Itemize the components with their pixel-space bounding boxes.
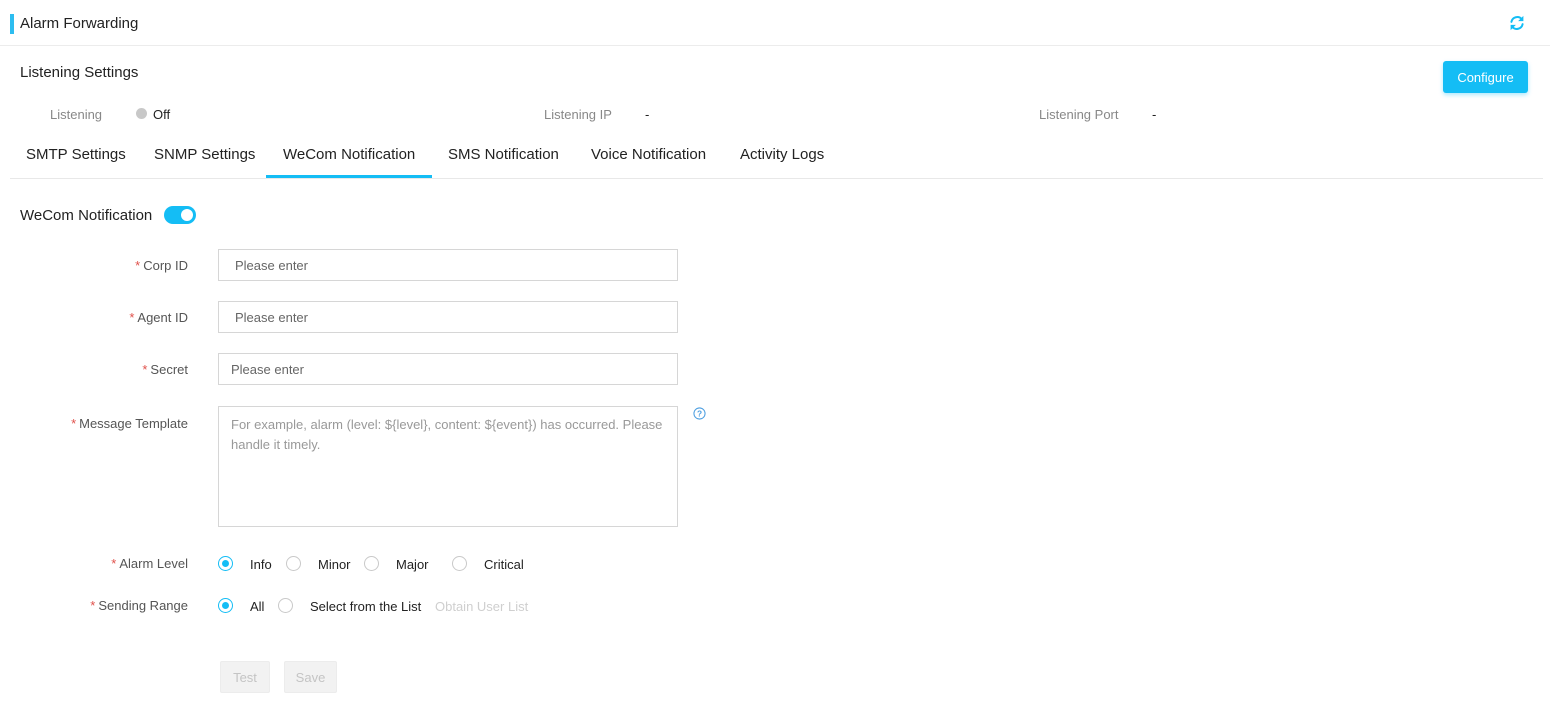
listening-status: Off xyxy=(153,107,171,122)
alarm-level-major-label[interactable]: Major xyxy=(396,557,429,572)
refresh-icon[interactable] xyxy=(1508,14,1526,32)
alarm-level-label: * Alarm Level xyxy=(111,556,188,571)
sending-range-label: * Sending Range xyxy=(90,598,188,613)
alarm-level-critical-radio[interactable] xyxy=(452,556,467,571)
help-question-icon[interactable]: ? xyxy=(693,407,706,420)
sending-range-all-label[interactable]: All xyxy=(250,599,264,614)
required-mark: * xyxy=(71,416,77,431)
wecom-toggle-label: WeCom Notification xyxy=(20,207,153,224)
tab-activity-logs[interactable]: Activity Logs xyxy=(740,146,824,163)
svg-text:?: ? xyxy=(697,408,702,418)
alarm-level-info-radio[interactable] xyxy=(218,556,233,571)
required-mark: * xyxy=(135,258,141,273)
page-title: Alarm Forwarding xyxy=(20,15,139,32)
listening-port-value: - xyxy=(1152,107,1157,122)
test-button[interactable]: Test xyxy=(220,661,270,693)
sending-range-list-radio[interactable] xyxy=(278,598,293,613)
agent-id-input[interactable] xyxy=(218,301,678,333)
tab-wecom-notification[interactable]: WeCom Notification xyxy=(283,146,415,163)
configure-button[interactable]: Configure xyxy=(1443,61,1528,93)
sending-range-all-radio[interactable] xyxy=(218,598,233,613)
listening-ip-label: Listening IP xyxy=(544,107,612,122)
message-template-textarea[interactable] xyxy=(218,406,678,527)
required-mark: * xyxy=(90,598,96,613)
secret-label: * Secret xyxy=(142,362,188,377)
listening-settings-title: Listening Settings xyxy=(20,64,139,81)
listening-port-label: Listening Port xyxy=(1039,107,1119,122)
tab-smtp-settings[interactable]: SMTP Settings xyxy=(26,146,126,163)
alarm-level-critical-label[interactable]: Critical xyxy=(484,557,524,572)
secret-input[interactable] xyxy=(218,353,678,385)
message-template-label: * Message Template xyxy=(71,416,188,431)
alarm-level-info-label[interactable]: Info xyxy=(250,557,272,572)
wecom-notification-toggle[interactable] xyxy=(164,206,196,224)
alarm-level-minor-radio[interactable] xyxy=(286,556,301,571)
required-mark: * xyxy=(142,362,148,377)
listening-status-dot xyxy=(136,108,147,119)
tab-sms-notification[interactable]: SMS Notification xyxy=(448,146,559,163)
required-mark: * xyxy=(129,310,135,325)
save-button[interactable]: Save xyxy=(284,661,337,693)
alarm-level-major-radio[interactable] xyxy=(364,556,379,571)
active-tab-indicator xyxy=(266,175,432,178)
alarm-level-minor-label[interactable]: Minor xyxy=(318,557,351,572)
tab-voice-notification[interactable]: Voice Notification xyxy=(591,146,706,163)
page-header: Alarm Forwarding xyxy=(0,0,1550,46)
title-accent-bar xyxy=(10,14,14,34)
obtain-user-list-link[interactable]: Obtain User List xyxy=(435,599,528,614)
corp-id-input[interactable] xyxy=(218,249,678,281)
sending-range-list-label[interactable]: Select from the List xyxy=(310,599,421,614)
agent-id-label: * Agent ID xyxy=(129,310,188,325)
tab-snmp-settings[interactable]: SNMP Settings xyxy=(154,146,255,163)
required-mark: * xyxy=(111,556,117,571)
listening-label: Listening xyxy=(50,107,103,122)
toggle-knob xyxy=(181,209,193,221)
tab-bar: SMTP Settings SNMP Settings WeCom Notifi… xyxy=(10,132,1543,179)
listening-ip-value: - xyxy=(645,107,650,122)
corp-id-label: * Corp ID xyxy=(135,258,188,273)
